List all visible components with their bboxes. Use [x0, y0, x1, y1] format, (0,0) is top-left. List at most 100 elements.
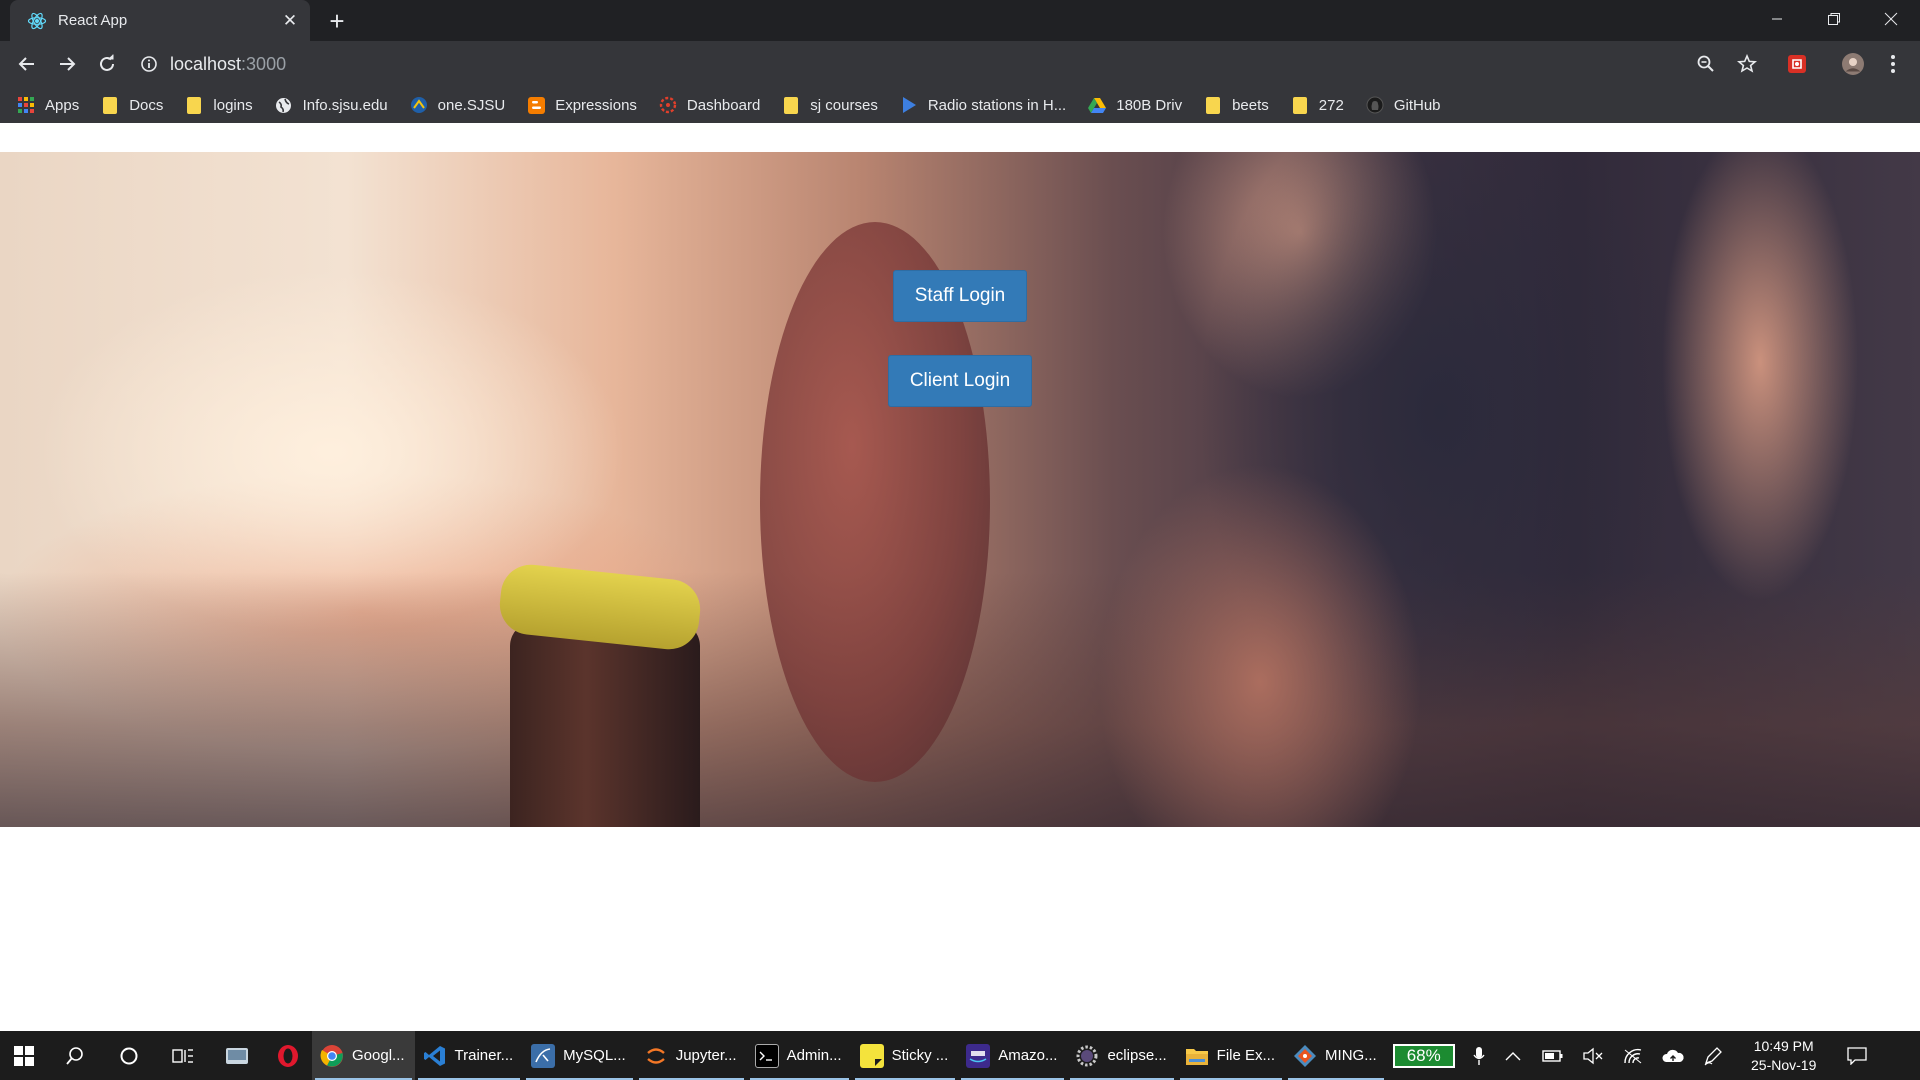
windows-start-icon[interactable]	[0, 1031, 48, 1080]
chrome-icon	[320, 1044, 344, 1068]
taskbar-app-jupyter[interactable]: Jupyter...	[636, 1031, 747, 1080]
bookmark-beets[interactable]: beets	[1204, 96, 1269, 114]
battery-indicator[interactable]: 68%	[1392, 1043, 1455, 1068]
taskbar-app-file-explorer[interactable]: File Ex...	[1177, 1031, 1285, 1080]
bookmark-label: 272	[1318, 96, 1344, 114]
taskbar-app-chrome[interactable]: Googl...	[312, 1031, 415, 1080]
tab-react-app[interactable]: React App ✕	[10, 0, 310, 41]
taskbar-app-mingw[interactable]: MING...	[1285, 1031, 1387, 1080]
bookmark-label: sj courses	[810, 96, 878, 114]
notification-icon[interactable]	[1833, 1031, 1881, 1080]
bookmark-label: GitHub	[1393, 96, 1441, 114]
amazon-music-icon	[966, 1043, 991, 1068]
folder-icon	[101, 96, 119, 114]
eclipse-icon	[1075, 1044, 1099, 1068]
bookmark-docs[interactable]: Docs	[101, 96, 163, 114]
task-view-icon[interactable]	[156, 1031, 210, 1080]
drive-icon	[1088, 96, 1107, 114]
taskbar-app-label: Jupyter...	[675, 1047, 737, 1064]
apps-grid-icon	[17, 96, 35, 114]
back-icon[interactable]	[12, 49, 42, 79]
plus-icon[interactable]: +	[322, 6, 352, 36]
bookmark-label: Docs	[129, 96, 164, 114]
restore-icon[interactable]	[1805, 0, 1862, 38]
address-bar[interactable]: localhost:3000	[140, 46, 1700, 82]
taskbar-app-eclipse[interactable]: eclipse...	[1067, 1031, 1176, 1080]
speaker-muted-icon[interactable]	[1573, 1031, 1613, 1080]
taskbar-app-admin-terminal[interactable]: Admin...	[747, 1031, 852, 1080]
bookmark-logins[interactable]: logins	[185, 96, 253, 114]
pen-icon[interactable]	[1693, 1031, 1733, 1080]
forward-icon[interactable]	[52, 49, 82, 79]
search-icon[interactable]	[48, 1031, 102, 1080]
reload-icon[interactable]	[92, 49, 122, 79]
onedrive-icon[interactable]	[1653, 1031, 1693, 1080]
taskbar-app-mysql[interactable]: MySQL...	[523, 1031, 636, 1080]
chevron-up-icon[interactable]	[1493, 1031, 1533, 1080]
close-window-icon[interactable]	[1862, 0, 1919, 38]
folder-icon	[1291, 96, 1309, 114]
wifi-icon[interactable]	[1613, 1031, 1653, 1080]
info-icon[interactable]	[140, 55, 158, 73]
bookmark-expressions[interactable]: Expressions	[527, 96, 637, 114]
bookmark-sj-courses[interactable]: sj courses	[782, 96, 878, 114]
url-port: :3000	[241, 53, 287, 74]
taskbar-app-vscode[interactable]: Trainer...	[415, 1031, 524, 1080]
folder-icon	[185, 96, 203, 114]
react-icon	[26, 10, 48, 32]
microphone-icon[interactable]	[1465, 1031, 1493, 1080]
clock-date: 25-Nov-19	[1751, 1056, 1817, 1073]
extension-icon[interactable]	[1782, 49, 1812, 79]
page-viewport: Staff Login Client Login	[0, 123, 1920, 1031]
taskbar-app-label: Amazo...	[998, 1047, 1058, 1064]
taskbar-app-amazon-music[interactable]: Amazo...	[958, 1031, 1067, 1080]
taskbar-app-label: MING...	[1325, 1047, 1377, 1064]
bookmark-radio-stations[interactable]: Radio stations in H...	[900, 96, 1066, 114]
client-login-button[interactable]: Client Login	[888, 355, 1032, 407]
bookmarks-bar: Apps Docs logins Info.sjsu.edu one.SJSU …	[0, 87, 1920, 123]
tab-strip: React App ✕ +	[0, 0, 1920, 41]
windows-taskbar: Googl... Trainer... MySQL... Jupyter... …	[0, 1031, 1920, 1080]
taskbar-app-label: Trainer...	[454, 1047, 514, 1064]
star-icon[interactable]	[1732, 49, 1762, 79]
sticky-notes-icon	[859, 1043, 884, 1068]
bookmark-one-sjsu[interactable]: one.SJSU	[410, 96, 505, 114]
zoom-icon[interactable]	[1691, 49, 1721, 79]
profile-icon[interactable]	[1838, 49, 1868, 79]
jupyter-icon	[644, 1044, 668, 1068]
pinned-app-icon[interactable]	[210, 1031, 264, 1080]
vscode-icon	[423, 1044, 447, 1068]
bookmark-info-sjsu[interactable]: Info.sjsu.edu	[275, 96, 388, 114]
minimize-icon[interactable]	[1748, 0, 1805, 38]
bookmark-label: beets	[1232, 96, 1269, 114]
staff-login-button[interactable]: Staff Login	[893, 270, 1027, 322]
water-bottle	[510, 622, 700, 827]
menu-icon[interactable]	[1878, 49, 1908, 79]
bookmark-label: Expressions	[555, 96, 637, 114]
cortana-icon[interactable]	[102, 1031, 156, 1080]
taskbar-app-label: File Ex...	[1216, 1047, 1276, 1064]
taskbar-app-sticky-notes[interactable]: Sticky ...	[852, 1031, 959, 1080]
folder-icon	[782, 96, 800, 114]
bookmark-github[interactable]: GitHub	[1366, 96, 1441, 114]
terminal-icon	[754, 1043, 779, 1068]
close-icon[interactable]: ✕	[276, 7, 304, 35]
git-icon	[1293, 1044, 1317, 1068]
bookmark-label: Info.sjsu.edu	[302, 96, 388, 114]
play-icon	[900, 96, 918, 114]
bookmark-apps[interactable]: Apps	[17, 96, 79, 114]
bookmark-272[interactable]: 272	[1291, 96, 1344, 114]
bookmark-label: Apps	[45, 96, 80, 114]
blogger-icon	[527, 96, 545, 114]
sjsu-icon	[410, 96, 428, 114]
taskbar-app-label: eclipse...	[1107, 1047, 1167, 1064]
taskbar-app-label: MySQL...	[563, 1047, 626, 1064]
battery-icon[interactable]	[1533, 1031, 1573, 1080]
system-clock[interactable]: 10:49 PM 25-Nov-19	[1741, 1037, 1827, 1075]
bookmark-dashboard[interactable]: Dashboard	[659, 96, 760, 114]
bookmark-label: logins	[213, 96, 253, 114]
opera-icon[interactable]	[264, 1031, 312, 1080]
bookmark-180b-drive[interactable]: 180B Driv	[1088, 96, 1182, 114]
bookmark-label: Dashboard	[686, 96, 761, 114]
hero-background-image: Staff Login Client Login	[0, 152, 1920, 827]
